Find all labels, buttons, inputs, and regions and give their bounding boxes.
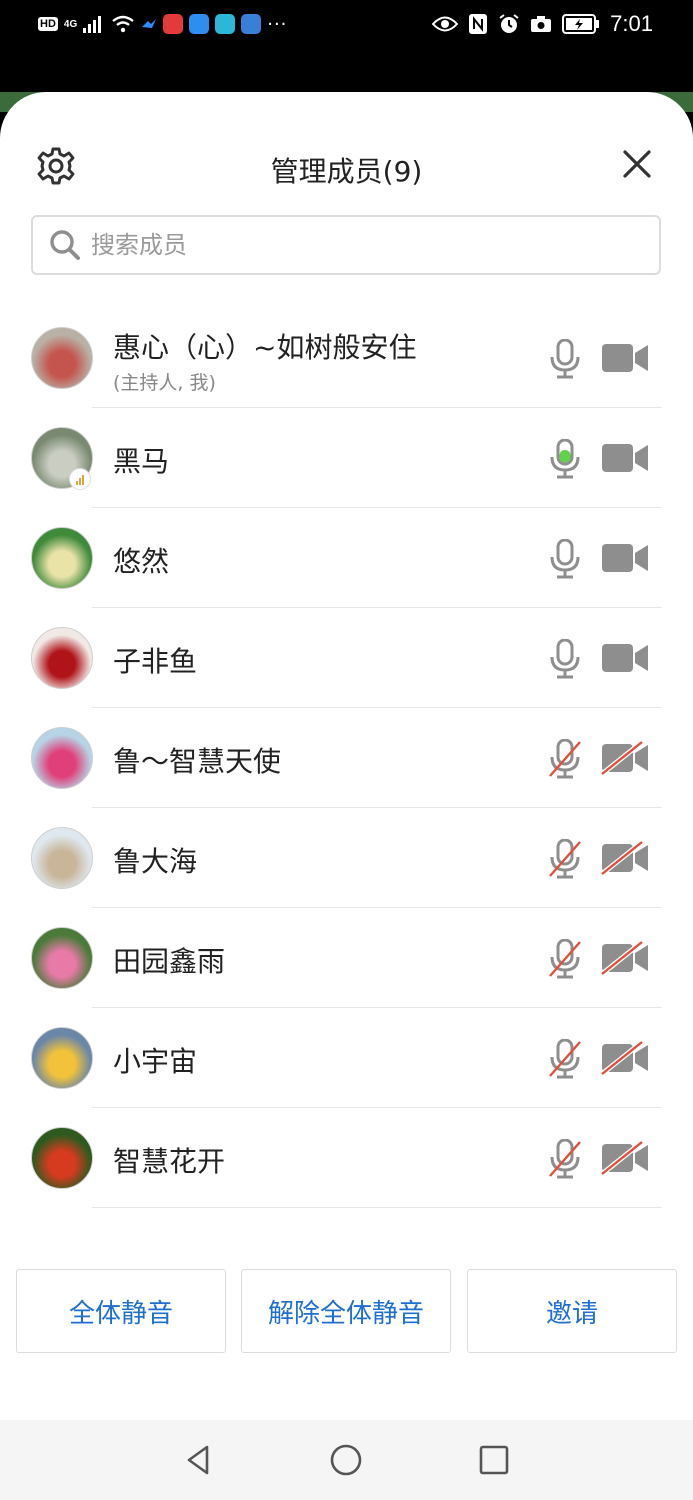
member-row[interactable]: 子非鱼 — [0, 608, 693, 708]
mute-all-button[interactable]: 全体静音 — [16, 1269, 226, 1353]
page-title: 管理成员(9) — [270, 155, 423, 188]
member-name: 智慧花开 — [113, 1145, 226, 1178]
mic-muted-icon[interactable] — [548, 738, 582, 779]
avatar — [31, 827, 93, 889]
member-name: 黑马 — [113, 445, 170, 478]
member-list: 惠心（心）~如树般安住 (主持人, 我) 黑马悠然子非鱼鲁～智慧天使 鲁大海田园鑫雨小… — [0, 308, 693, 1208]
avatar — [31, 527, 93, 589]
status-left: HD 4G ··· — [38, 10, 287, 38]
mic-muted-icon[interactable] — [548, 1038, 582, 1079]
hd-indicator: HD — [38, 17, 58, 31]
app-icon-cloud — [189, 14, 210, 34]
app-icon-red — [163, 14, 184, 34]
avatar — [31, 327, 93, 389]
member-name: 惠心（心）~如树般安住 — [113, 331, 417, 364]
member-row[interactable]: 黑马 — [0, 408, 693, 508]
mic-icon[interactable] — [548, 638, 582, 679]
avatar — [31, 1127, 93, 1189]
camera-icon[interactable] — [600, 541, 650, 575]
member-role: (主持人, 我) — [113, 372, 216, 394]
member-name: 子非鱼 — [113, 645, 198, 678]
clock: 7:01 — [610, 11, 653, 36]
avatar — [31, 627, 93, 689]
system-nav-bar — [0, 1420, 693, 1500]
search-icon — [50, 230, 80, 260]
close-icon[interactable] — [619, 146, 655, 182]
back-icon[interactable] — [181, 1442, 217, 1478]
invite-button[interactable]: 邀请 — [467, 1269, 677, 1353]
status-right: 7:01 — [432, 10, 653, 38]
camera-off-icon[interactable] — [600, 1040, 650, 1076]
camera-off-icon[interactable] — [600, 740, 650, 776]
mic-icon[interactable] — [548, 338, 582, 379]
eye-icon — [432, 16, 459, 32]
camera-off-icon[interactable] — [600, 940, 650, 976]
nfc-icon — [469, 14, 488, 34]
camera-off-icon[interactable] — [600, 840, 650, 876]
mic-speaking-icon[interactable] — [548, 438, 582, 479]
recents-icon[interactable] — [476, 1442, 512, 1478]
member-name: 悠然 — [113, 545, 170, 578]
battery-icon — [562, 14, 600, 34]
avatar — [31, 927, 93, 989]
member-name: 鲁～智慧天使 — [113, 745, 282, 778]
member-name: 小宇宙 — [113, 1045, 198, 1078]
network-type: 4G — [63, 18, 78, 30]
alarm-icon — [499, 14, 519, 33]
search-input[interactable] — [89, 230, 593, 260]
avatar — [31, 727, 93, 789]
member-name: 鲁大海 — [113, 845, 198, 878]
member-row[interactable]: 鲁～智慧天使 — [0, 708, 693, 808]
avatar — [31, 1027, 93, 1089]
mic-muted-icon[interactable] — [548, 1138, 582, 1179]
camera-status-icon — [531, 16, 552, 32]
mic-icon[interactable] — [548, 538, 582, 579]
signal-icon — [83, 16, 102, 33]
app-icon-weather — [241, 14, 262, 34]
camera-icon[interactable] — [600, 641, 650, 675]
bird-app-icon — [142, 19, 157, 28]
row-divider — [92, 1207, 662, 1208]
wifi-icon — [112, 15, 134, 33]
member-name: 田园鑫雨 — [113, 945, 226, 978]
mic-muted-icon[interactable] — [548, 838, 582, 879]
status-bar: HD 4G ··· 7:01 — [0, 0, 693, 50]
member-row[interactable]: 小宇宙 — [0, 1008, 693, 1108]
action-bar: 全体静音 解除全体静音 邀请 — [0, 1269, 693, 1355]
camera-off-icon[interactable] — [600, 1140, 650, 1176]
member-row[interactable]: 惠心（心）~如树般安住 (主持人, 我) — [0, 308, 693, 408]
app-icon-chat — [215, 14, 236, 34]
member-row[interactable]: 田园鑫雨 — [0, 908, 693, 1008]
search-box[interactable] — [31, 215, 661, 275]
sheet-header: 管理成员(9) — [0, 132, 693, 202]
mic-muted-icon[interactable] — [548, 938, 582, 979]
camera-icon[interactable] — [600, 441, 650, 475]
member-row[interactable]: 智慧花开 — [0, 1108, 693, 1208]
signal-icon — [69, 468, 91, 490]
overflow-dots: ··· — [267, 13, 288, 35]
camera-icon[interactable] — [600, 341, 650, 375]
member-row[interactable]: 悠然 — [0, 508, 693, 608]
unmute-all-button[interactable]: 解除全体静音 — [241, 1269, 451, 1353]
home-icon[interactable] — [328, 1442, 364, 1478]
member-management-sheet: 管理成员(9) 惠心（心）~如树般安住 (主持人, 我) 黑马悠然子非鱼鲁～智慧天使… — [0, 92, 693, 1420]
member-row[interactable]: 鲁大海 — [0, 808, 693, 908]
